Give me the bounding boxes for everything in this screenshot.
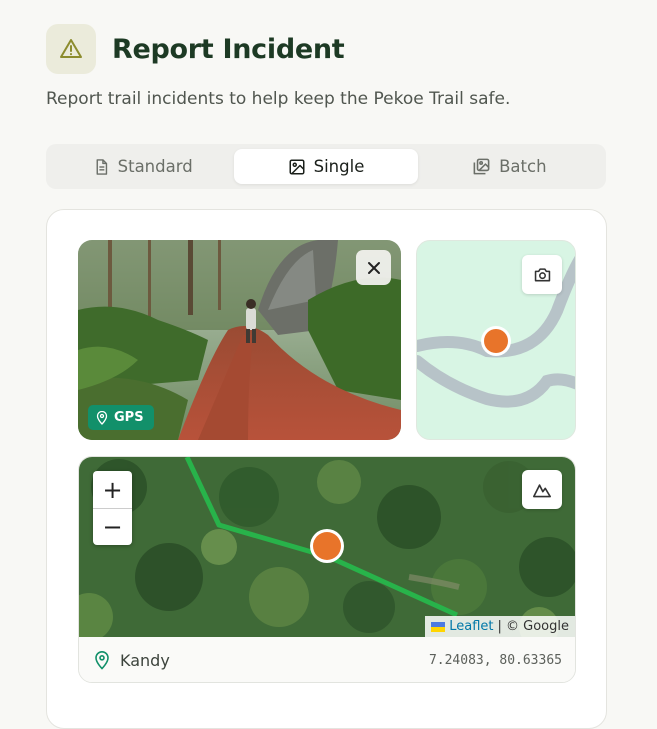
- location-footer: Kandy 7.24083, 80.63365: [79, 637, 575, 682]
- photo-location-minimap[interactable]: [416, 240, 576, 440]
- zoom-in-button[interactable]: +: [93, 471, 132, 508]
- location-coordinates: 7.24083, 80.63365: [428, 653, 562, 668]
- warning-triangle-icon: [60, 39, 82, 58]
- leaflet-link[interactable]: Leaflet: [449, 619, 493, 634]
- mountain-icon: [532, 483, 551, 497]
- remove-photo-button[interactable]: [356, 250, 391, 285]
- document-icon: [96, 158, 107, 175]
- zoom-out-button[interactable]: −: [93, 508, 132, 545]
- camera-icon: [534, 268, 550, 282]
- gps-badge: GPS: [88, 405, 154, 430]
- map-pin-icon: [95, 651, 109, 670]
- mode-tabs: Standard Single Batch: [46, 144, 606, 189]
- page-header: Report Incident: [46, 24, 345, 74]
- location-map-panel: + − Leaflet | © Google Kandy 7.24083, 80…: [78, 456, 576, 683]
- tab-batch[interactable]: Batch: [418, 149, 601, 184]
- ukraine-flag-icon: [431, 621, 446, 632]
- map-pin-icon: [96, 410, 108, 425]
- tab-single-label: Single: [313, 157, 365, 176]
- incident-card: GPS + − Leaflet | © Google Kandy 7.24083…: [46, 209, 607, 729]
- satellite-map[interactable]: [79, 457, 576, 637]
- tab-single[interactable]: Single: [234, 149, 418, 184]
- map-layer-button[interactable]: [522, 470, 562, 509]
- image-icon: [289, 159, 305, 174]
- minimap-location-marker: [484, 329, 508, 353]
- attribution-text: | © Google: [497, 619, 570, 634]
- images-stack-icon: [473, 158, 490, 175]
- tab-standard-label: Standard: [117, 157, 193, 176]
- incident-photo: GPS: [78, 240, 401, 440]
- tab-standard[interactable]: Standard: [51, 149, 234, 184]
- map-attribution: Leaflet | © Google: [425, 616, 575, 637]
- zoom-control: + −: [93, 471, 132, 545]
- close-icon: [367, 261, 380, 274]
- page-title: Report Incident: [112, 33, 345, 65]
- warning-icon-tile: [46, 24, 96, 74]
- location-name: Kandy: [120, 651, 170, 670]
- map-location-marker: [313, 532, 341, 560]
- page-subtitle: Report trail incidents to help keep the …: [46, 89, 511, 109]
- tab-batch-label: Batch: [499, 157, 547, 176]
- gps-badge-label: GPS: [114, 410, 144, 425]
- retake-photo-button[interactable]: [522, 255, 562, 294]
